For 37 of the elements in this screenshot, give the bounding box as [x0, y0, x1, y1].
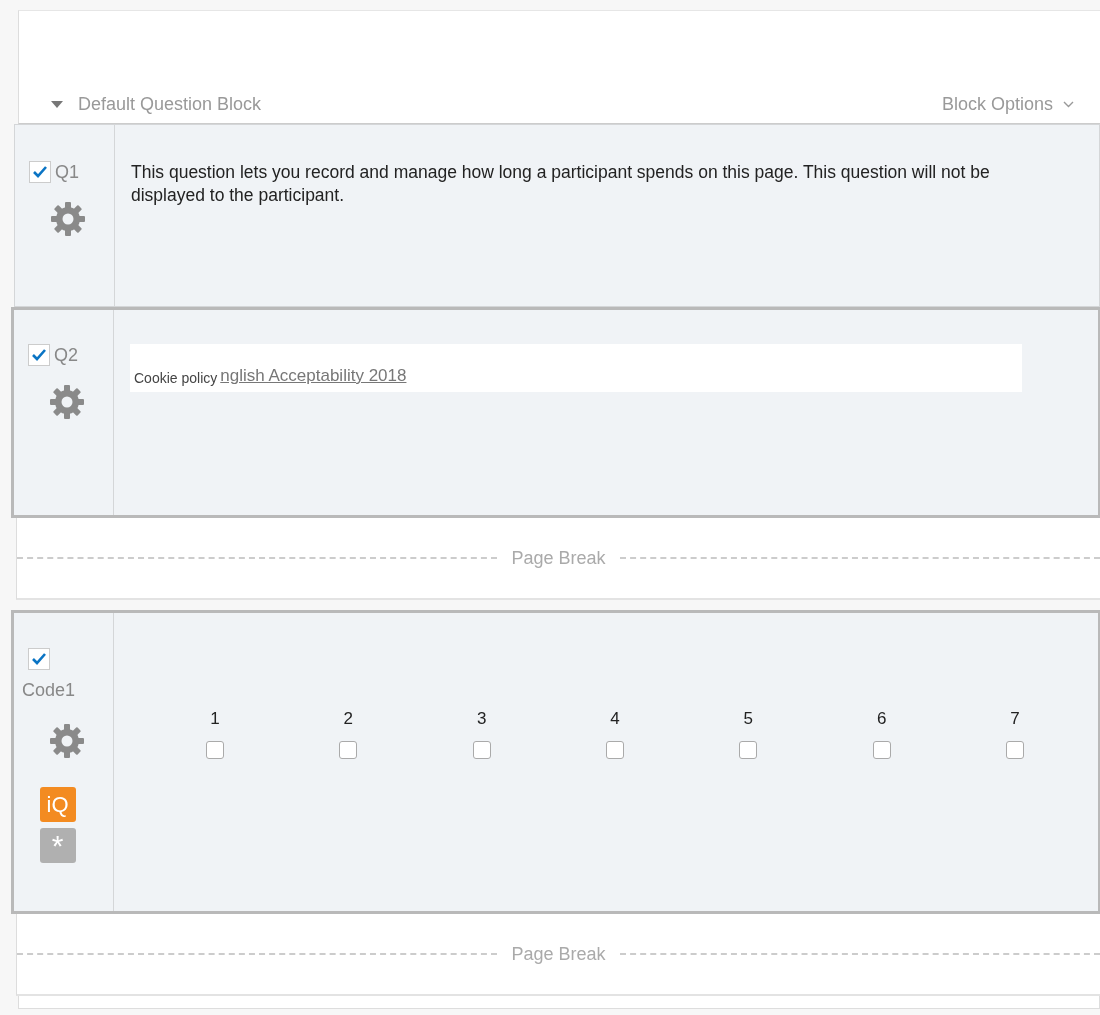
- scale-label: 7: [1010, 709, 1020, 729]
- question-card[interactable]: Code1 iQ * 1 2 3 4 5 6 7: [11, 610, 1100, 914]
- scale-checkbox[interactable]: [206, 741, 224, 759]
- gear-icon[interactable]: [48, 723, 85, 759]
- scale-checkbox[interactable]: [1005, 741, 1024, 759]
- checkbox[interactable]: [29, 161, 51, 183]
- question-card[interactable]: Q1 This question lets you record and manage how long a participant spends on this page. This question will not be displayed to the participant.: [14, 124, 1100, 307]
- question-id: Q2: [54, 344, 78, 366]
- page-break-label: Page Break: [511, 943, 606, 965]
- gear-icon[interactable]: [48, 384, 85, 420]
- gear-icon[interactable]: [49, 201, 86, 237]
- scale-checkbox[interactable]: [339, 741, 358, 759]
- question-card[interactable]: Q2 Cookie policy nglish Acceptability 2018: [11, 307, 1100, 518]
- page-break-label: Page Break: [511, 547, 606, 569]
- scale-checkbox[interactable]: [472, 741, 491, 759]
- scale-label: 5: [743, 709, 754, 729]
- scale-checkbox[interactable]: [739, 741, 758, 759]
- question-text: This question lets you record and manage how long a participant spends on this page. This question will not be displayed to the participant.: [131, 161, 991, 207]
- caret-icon[interactable]: [51, 101, 63, 108]
- block-title: Default Question Block: [78, 94, 263, 115]
- check-icon: [32, 165, 48, 179]
- scale-label: 6: [876, 709, 887, 729]
- cookie-policy-link[interactable]: Cookie policy: [134, 370, 218, 386]
- scale-checkbox[interactable]: [606, 741, 624, 759]
- scale-label: 2: [343, 709, 354, 729]
- scale-checkbox[interactable]: [872, 741, 891, 759]
- question-id: Q1: [55, 161, 79, 183]
- checkbox[interactable]: [28, 648, 50, 670]
- title-link[interactable]: nglish Acceptability 2018: [220, 366, 407, 386]
- scale-label: 3: [476, 709, 487, 729]
- check-icon: [31, 348, 47, 362]
- scale-label: 4: [610, 709, 620, 729]
- checkbox[interactable]: [28, 344, 50, 366]
- scale-label: 1: [210, 709, 220, 729]
- check-icon: [31, 652, 47, 666]
- chevron-icon: [1063, 101, 1074, 108]
- question-id: Code1: [22, 680, 76, 701]
